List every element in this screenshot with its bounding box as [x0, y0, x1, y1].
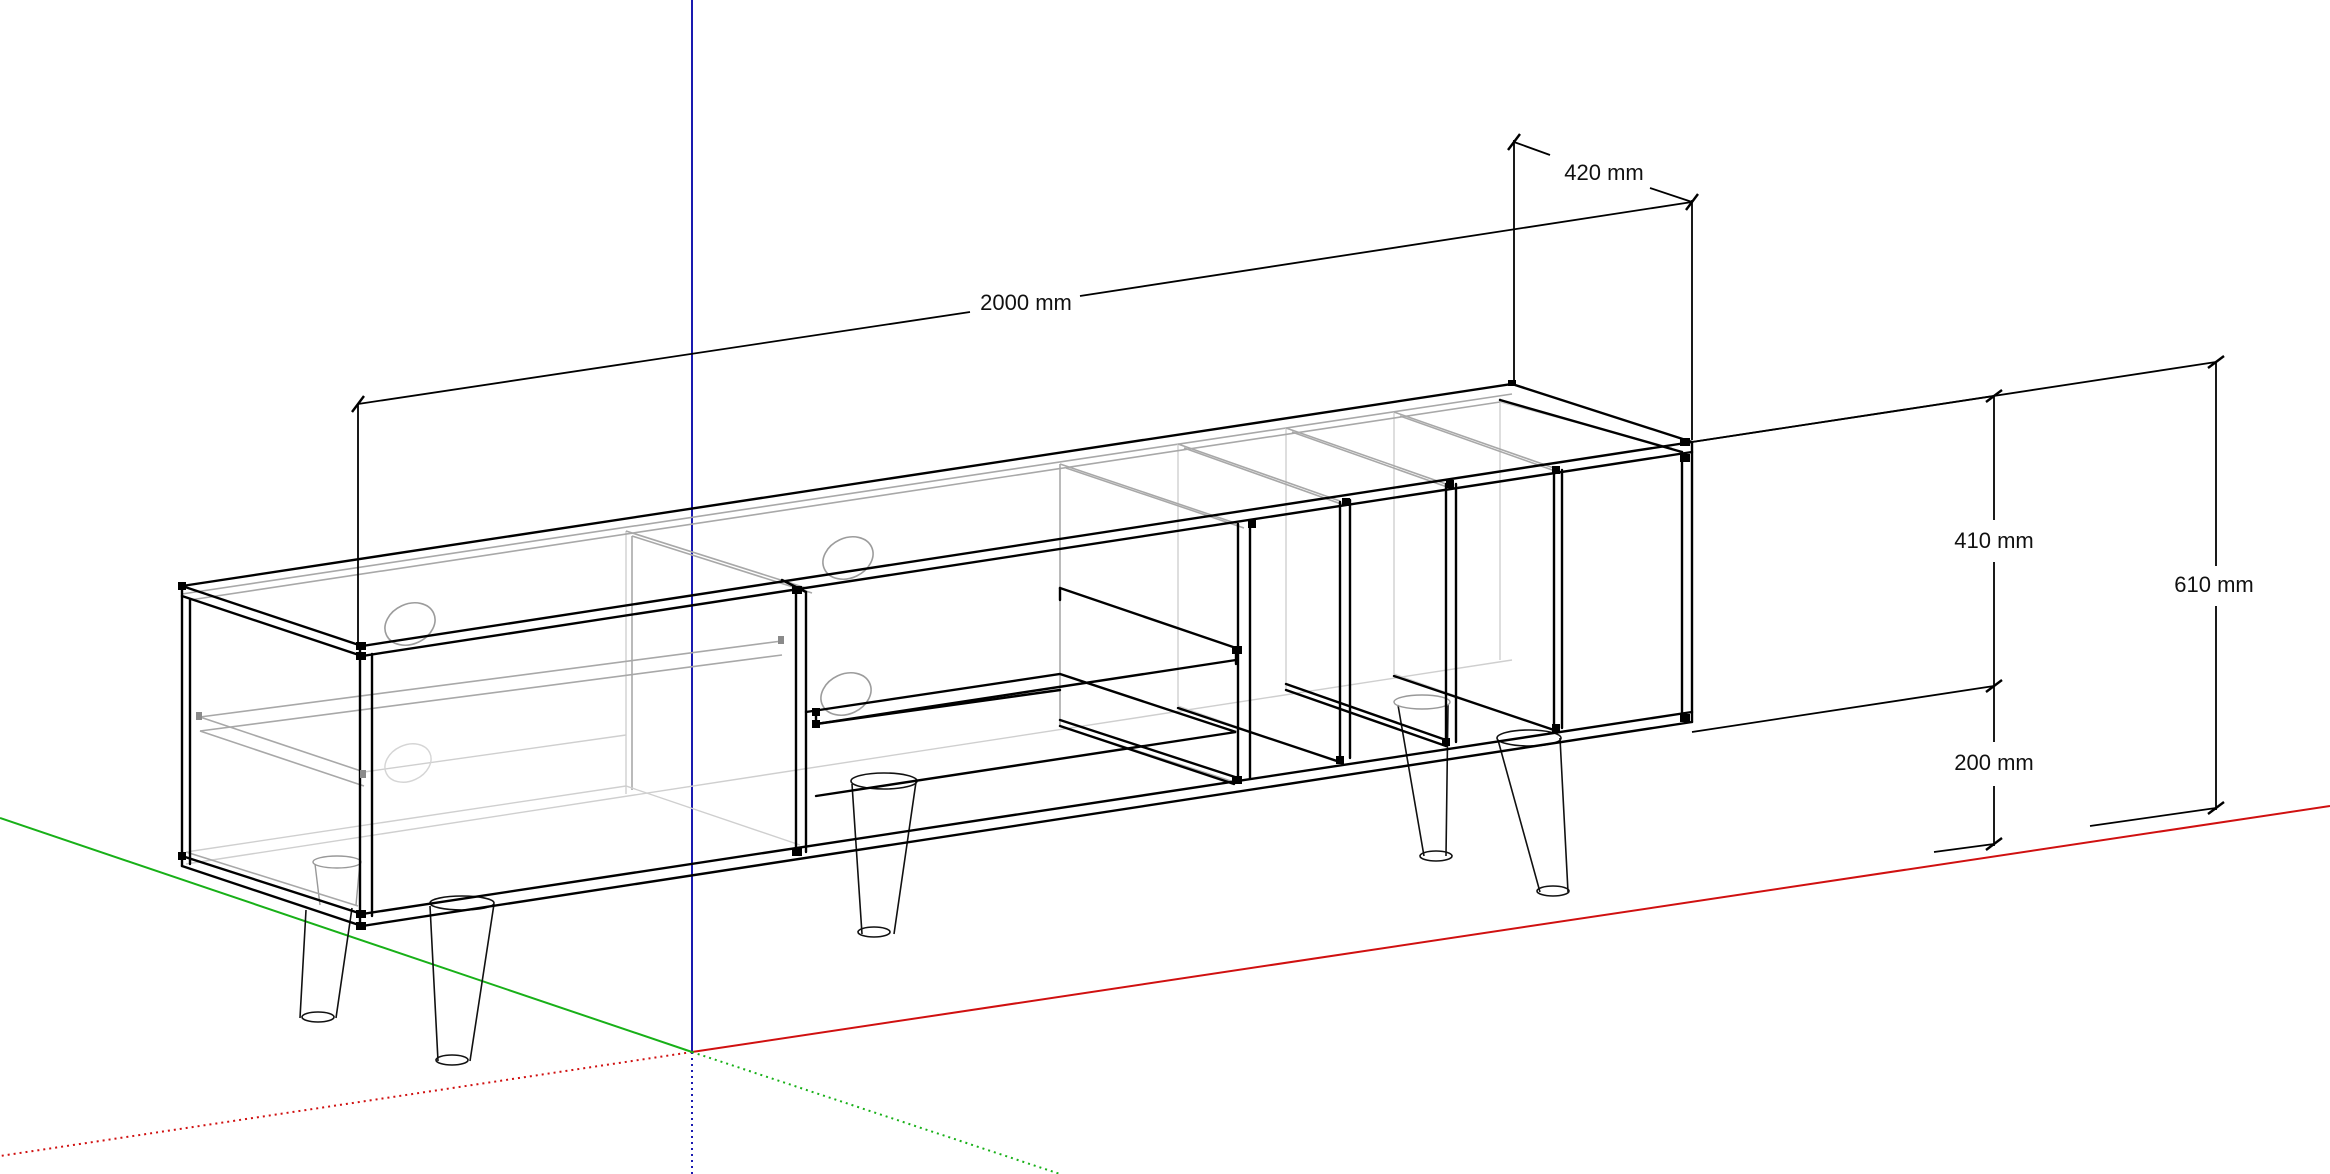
dimension-body-height[interactable]: 410 mm: [1691, 389, 2034, 733]
dimension-leg-height-label: 200 mm: [1954, 750, 2033, 775]
dimension-depth[interactable]: 420 mm: [1507, 133, 1693, 382]
dimension-total-height-label: 610 mm: [2174, 572, 2253, 597]
modeling-viewport[interactable]: 2000 mm 420 mm 410 mm 200 mm 610 mm: [0, 0, 2330, 1174]
joint-markers: [178, 380, 1690, 930]
dimension-body-height-label: 410 mm: [1954, 528, 2033, 553]
dimension-depth-label: 420 mm: [1564, 160, 1643, 185]
green-axis-negative: [691, 1051, 1061, 1174]
leg-front-center-left[interactable]: [429, 895, 495, 1066]
dimension-leg-height[interactable]: 200 mm: [1933, 686, 2034, 853]
leg-front-right[interactable]: [1496, 729, 1570, 897]
cable-hole-4: [820, 672, 872, 716]
leg-back-right[interactable]: [1393, 694, 1453, 862]
red-axis-negative: [0, 1051, 693, 1157]
dimension-length[interactable]: 2000 mm: [351, 193, 1699, 646]
leg-middle[interactable]: [850, 772, 918, 938]
visible-edges: [180, 382, 1694, 928]
leg-back-left: [312, 855, 362, 906]
model-axes: [0, 0, 2330, 1174]
leg-front-left[interactable]: [299, 907, 353, 1023]
model-canvas[interactable]: 2000 mm 420 mm 410 mm 200 mm 610 mm: [0, 0, 2330, 1174]
tv-cabinet[interactable]: [178, 380, 1694, 930]
red-axis: [691, 805, 2330, 1053]
dimensions[interactable]: 2000 mm 420 mm 410 mm 200 mm 610 mm: [351, 133, 2254, 853]
green-axis: [0, 817, 693, 1053]
legs[interactable]: [299, 694, 1570, 1066]
cable-holes: [384, 536, 874, 783]
dimension-length-label: 2000 mm: [980, 290, 1072, 315]
